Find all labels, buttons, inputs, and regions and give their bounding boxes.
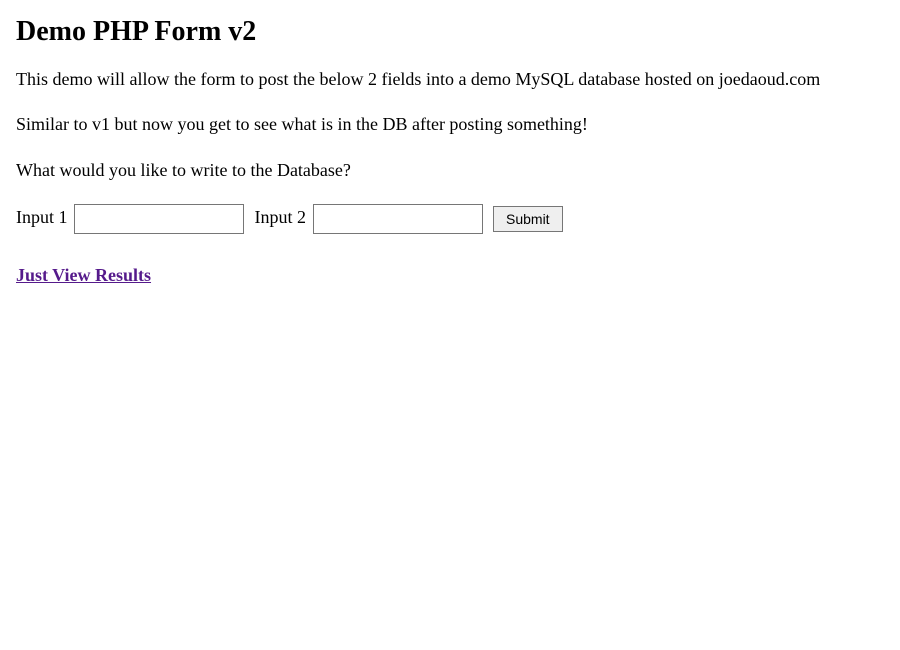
input-1-label: Input 1 (16, 207, 68, 227)
submit-button[interactable]: Submit (493, 206, 563, 232)
page-heading: Demo PHP Form v2 (16, 16, 884, 48)
intro-paragraph-2: Similar to v1 but now you get to see wha… (16, 113, 884, 136)
input-1-field[interactable] (74, 204, 244, 234)
input-2-label: Input 2 (255, 207, 307, 227)
intro-paragraph-1: This demo will allow the form to post th… (16, 68, 884, 91)
prompt-paragraph: What would you like to write to the Data… (16, 159, 884, 182)
view-results-link[interactable]: Just View Results (16, 265, 151, 285)
input-form-row: Input 1 Input 2 Submit (16, 204, 884, 234)
input-2-field[interactable] (313, 204, 483, 234)
